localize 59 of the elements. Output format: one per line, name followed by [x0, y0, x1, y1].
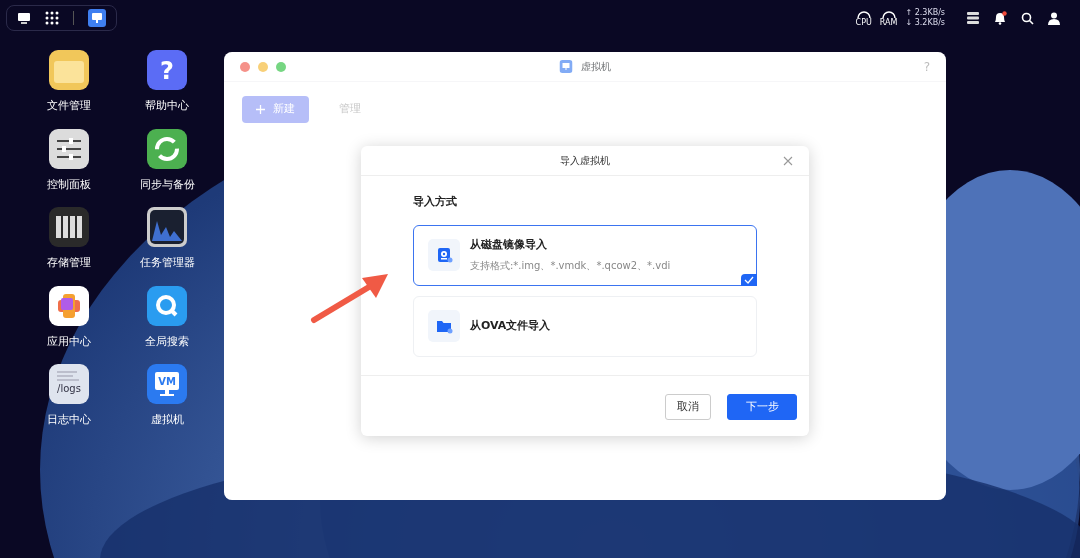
server-icon[interactable] [967, 12, 979, 24]
app-label: 同步与备份 [139, 176, 195, 193]
gauge-icon [880, 9, 897, 18]
gauge-icon [855, 9, 872, 18]
option-title: 从磁盘镜像导入 [470, 237, 548, 254]
disk-image-icon [435, 247, 453, 263]
search-icon[interactable] [1021, 11, 1034, 25]
option-description: 支持格式:*.img、*.vmdk、*.qcow2、*.vdi [470, 258, 671, 273]
dialog-title: 导入虚拟机 [560, 154, 610, 168]
help-app-icon: ? [147, 50, 187, 90]
desktop-icon[interactable] [17, 12, 31, 24]
desktop-shortcut[interactable]: 应用中心 [20, 285, 118, 350]
window-title: 虚拟机 [580, 60, 611, 74]
monitor-app-icon[interactable] [88, 9, 106, 27]
storage-app-icon [49, 207, 89, 247]
folder-app-icon [49, 50, 89, 90]
import-option[interactable]: 从磁盘镜像导入 支持格式:*.img、*.vmdk、*.qcow2、*.vdi [413, 224, 757, 286]
import-option[interactable]: 从OVA文件导入 [413, 295, 757, 357]
download-speed: ↓ 3.2KB/s [905, 18, 945, 28]
search-app-icon [147, 285, 187, 326]
desktop-shortcut[interactable]: ? 帮助中心 [118, 50, 216, 115]
app-label: 存储管理 [47, 255, 91, 271]
section-label: 导入方式 [413, 194, 458, 210]
user-icon[interactable] [1048, 11, 1060, 25]
desktop-shortcut[interactable]: 同步与备份 [118, 128, 216, 193]
sync-app-icon [147, 128, 187, 169]
desktop-shortcut[interactable]: 文件管理 [20, 50, 118, 115]
monitor-app-icon [147, 207, 187, 247]
monitor-app-icon [559, 60, 573, 73]
app-grid-icon[interactable] [45, 11, 59, 25]
app-label: 日志中心 [47, 412, 91, 428]
app-label: 控制面板 [47, 176, 91, 193]
desktop-shortcut[interactable]: /logs 日志中心 [20, 364, 118, 429]
app-label: 帮助中心 [145, 98, 189, 114]
desktop-shortcut[interactable]: 任务管理器 [118, 207, 216, 272]
app-label: 文件管理 [47, 98, 91, 114]
resource-gauge: CPU [855, 9, 872, 27]
option-title: 从OVA文件导入 [470, 317, 551, 334]
check-icon [741, 273, 757, 286]
desktop-shortcut[interactable]: VM 虚拟机 [118, 364, 216, 429]
app-label: 任务管理器 [139, 255, 195, 271]
desktop-shortcut[interactable]: 控制面板 [20, 128, 118, 193]
app-label: 应用中心 [47, 333, 91, 350]
app-label: 全局搜索 [145, 333, 189, 350]
folder-icon [435, 318, 453, 334]
close-icon[interactable] [783, 156, 793, 166]
apps-app-icon [49, 285, 89, 326]
cancel-button[interactable]: 取消 [665, 393, 711, 420]
logs-app-icon: /logs [49, 364, 89, 404]
bell-icon[interactable] [993, 11, 1007, 25]
desktop-shortcut[interactable]: 全局搜索 [118, 285, 216, 350]
next-button[interactable]: 下一步 [727, 393, 797, 420]
upload-speed: ↑ 2.3KB/s [905, 8, 945, 18]
resource-gauge: RAM [879, 9, 898, 27]
app-label: 虚拟机 [150, 412, 184, 428]
sliders-app-icon [49, 128, 89, 169]
plus-icon [256, 104, 265, 114]
desktop-shortcut[interactable]: 存储管理 [20, 207, 118, 272]
vm-app-icon: VM [147, 364, 187, 404]
